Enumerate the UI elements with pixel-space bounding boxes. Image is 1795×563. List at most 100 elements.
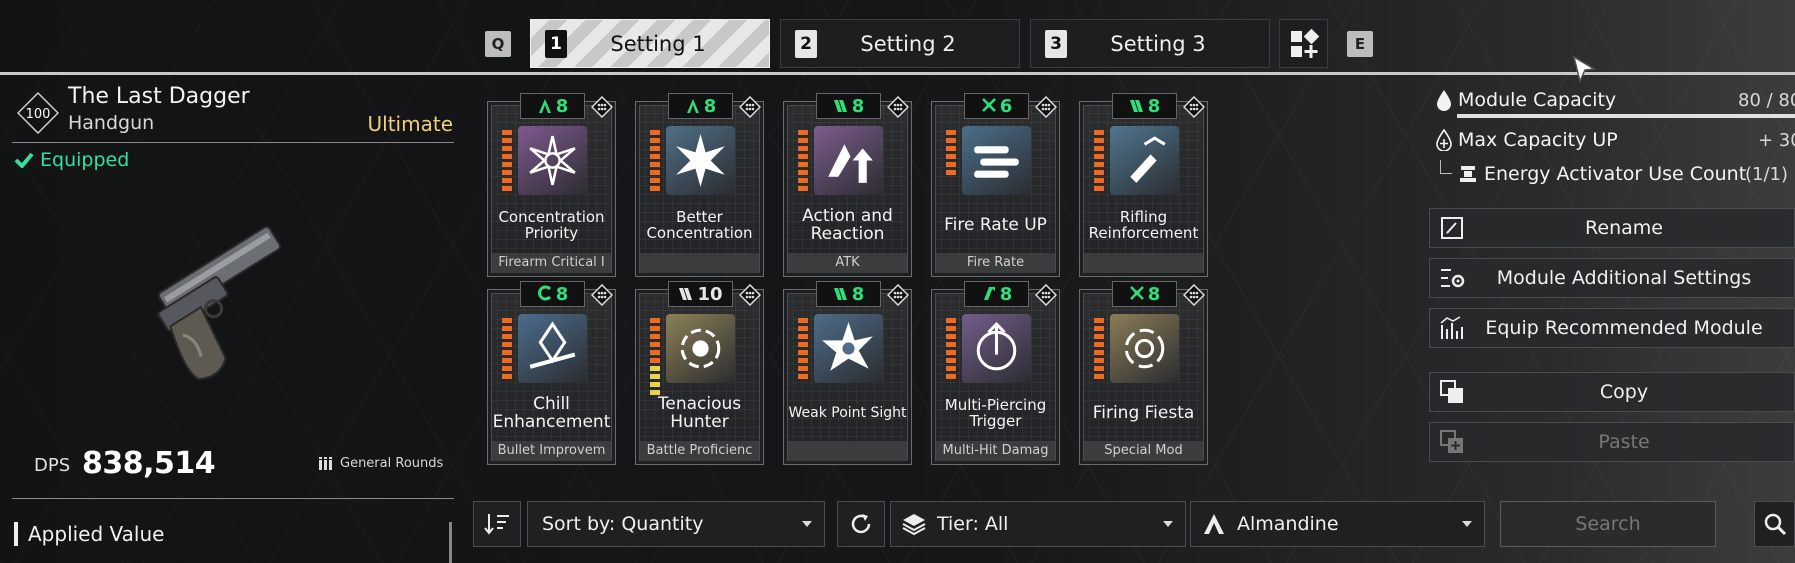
capacity-drop-icon — [1437, 90, 1451, 111]
tab-setting-2[interactable]: 2 Setting 2 — [780, 19, 1020, 68]
module-info-icon[interactable] — [1035, 96, 1057, 118]
search-input[interactable] — [1500, 501, 1716, 547]
module-level-bars — [650, 318, 660, 395]
capacity-pip — [1094, 350, 1104, 355]
module-capacity-cost: 8 — [668, 93, 733, 119]
fire-rate-icon — [974, 146, 1019, 178]
module-info-icon[interactable] — [591, 284, 613, 306]
concentration-priority-icon — [529, 135, 576, 186]
capacity-pip — [946, 318, 956, 323]
socket-dropdown[interactable]: Almandine — [1190, 501, 1485, 547]
capacity-pip — [650, 374, 660, 379]
module-card[interactable]: 8 Action and Reaction ATK — [783, 93, 912, 277]
capacity-pip — [502, 366, 512, 371]
module-card[interactable]: 8 Weak Point Sight — [783, 281, 912, 465]
capacity-pip — [946, 326, 956, 331]
module-info-icon[interactable] — [739, 284, 761, 306]
module-info-icon[interactable] — [887, 284, 909, 306]
capacity-pip — [798, 342, 808, 347]
capacity-cost-value: 8 — [851, 95, 865, 117]
tab-number: 1 — [545, 29, 567, 58]
scrollbar[interactable] — [449, 522, 452, 563]
module-type — [640, 253, 759, 273]
dps-value: 838,514 — [82, 446, 216, 481]
module-card[interactable]: 6 Fire Rate UP Fire Rate — [931, 93, 1060, 277]
capacity-pip — [502, 334, 512, 339]
applied-value-header[interactable]: Applied Value — [14, 522, 164, 546]
module-info-icon[interactable] — [887, 96, 909, 118]
capacity-pip — [946, 138, 956, 143]
module-card[interactable]: 8 Multi-Piercing Trigger Multi-Hit Damag — [931, 281, 1060, 465]
max-capacity-label: Max Capacity UP — [1458, 129, 1618, 151]
capacity-pip — [650, 178, 660, 183]
module-info-icon[interactable] — [1183, 96, 1205, 118]
sort-dropdown[interactable]: Sort by: Quantity — [527, 501, 825, 547]
module-card[interactable]: 8 Rifling Reinforcement — [1079, 93, 1208, 277]
capacity-pip — [1094, 334, 1104, 339]
module-card[interactable]: 8 Chill Enhancement Bullet Improvem — [487, 281, 616, 465]
module-icon-frame — [962, 314, 1031, 383]
reset-filter-button[interactable] — [837, 501, 885, 547]
weak-point-icon — [822, 322, 873, 371]
rename-button[interactable]: Rename — [1429, 208, 1795, 248]
module-card[interactable]: 10 Tenacious Hunter Battle Proficienc — [635, 281, 764, 465]
dps-label: DPS — [34, 455, 71, 476]
module-icon-frame — [666, 126, 735, 195]
module-name: Firing Fiesta — [1092, 403, 1195, 423]
module-type: Fire Rate — [936, 253, 1055, 273]
paste-button[interactable]: Paste — [1429, 422, 1795, 462]
capacity-cost-value: 8 — [851, 283, 865, 305]
mouse-cursor-icon — [1572, 55, 1597, 84]
tier-dropdown[interactable]: Tier: All — [890, 501, 1186, 547]
capacity-pip — [798, 358, 808, 363]
capacity-pip — [946, 350, 956, 355]
search-button[interactable] — [1754, 501, 1795, 547]
copy-icon — [1440, 380, 1463, 403]
capacity-pip — [502, 186, 512, 191]
ammo-type: General Rounds — [318, 456, 443, 471]
module-info-icon[interactable] — [1183, 284, 1205, 306]
sort-order-icon — [484, 514, 509, 535]
capacity-pip — [946, 366, 956, 371]
equip-recommended-button[interactable]: Equip Recommended Module — [1429, 308, 1795, 348]
module-capacity-cost: 8 — [1112, 281, 1177, 307]
tree-connector — [1440, 160, 1452, 174]
module-additional-settings-button[interactable]: Module Additional Settings — [1429, 258, 1795, 298]
tab-setting-1[interactable]: 1 Setting 1 — [530, 19, 770, 68]
module-level-bars — [1094, 130, 1104, 191]
copy-button[interactable]: Copy — [1429, 372, 1795, 412]
module-info-icon[interactable] — [591, 96, 613, 118]
capacity-pip — [502, 374, 512, 379]
handgun-image — [157, 225, 281, 380]
module-type — [1084, 253, 1203, 273]
firing-fiesta-icon — [1124, 328, 1165, 369]
sort-order-button[interactable] — [473, 501, 521, 547]
capacity-pip — [650, 382, 660, 387]
capacity-value: 80 / 80 — [1738, 90, 1795, 111]
module-icon-frame — [962, 126, 1031, 195]
capacity-pip — [1094, 358, 1104, 363]
capacity-pip — [1094, 374, 1104, 379]
search-icon — [1764, 513, 1786, 536]
capacity-pip — [798, 326, 808, 331]
module-info-icon[interactable] — [739, 96, 761, 118]
module-card[interactable]: 8 Concentration Priority Firearm Critical … — [487, 93, 616, 277]
module-icon-frame — [518, 126, 587, 195]
module-info-icon[interactable] — [1035, 284, 1057, 306]
tab-label: Setting 3 — [1110, 31, 1206, 56]
module-card[interactable]: 8 Firing Fiesta Special Mod — [1079, 281, 1208, 465]
capacity-pip — [502, 318, 512, 323]
tab-setting-3[interactable]: 3 Setting 3 — [1030, 19, 1270, 68]
module-type: Firearm Critical I — [492, 253, 611, 273]
add-preset-button[interactable] — [1279, 19, 1328, 68]
prev-tab-key[interactable]: Q — [485, 31, 511, 57]
capacity-pip — [650, 358, 660, 363]
capacity-pip — [1094, 186, 1104, 191]
module-type — [788, 441, 907, 461]
capacity-pip — [650, 146, 660, 151]
xantic-socket-icon — [983, 287, 995, 300]
energy-activator-value: (1/1) — [1745, 164, 1789, 185]
module-card[interactable]: 8 Better Concentration — [635, 93, 764, 277]
weapon-rarity: Ultimate — [367, 112, 453, 136]
next-tab-key[interactable]: E — [1347, 31, 1373, 57]
